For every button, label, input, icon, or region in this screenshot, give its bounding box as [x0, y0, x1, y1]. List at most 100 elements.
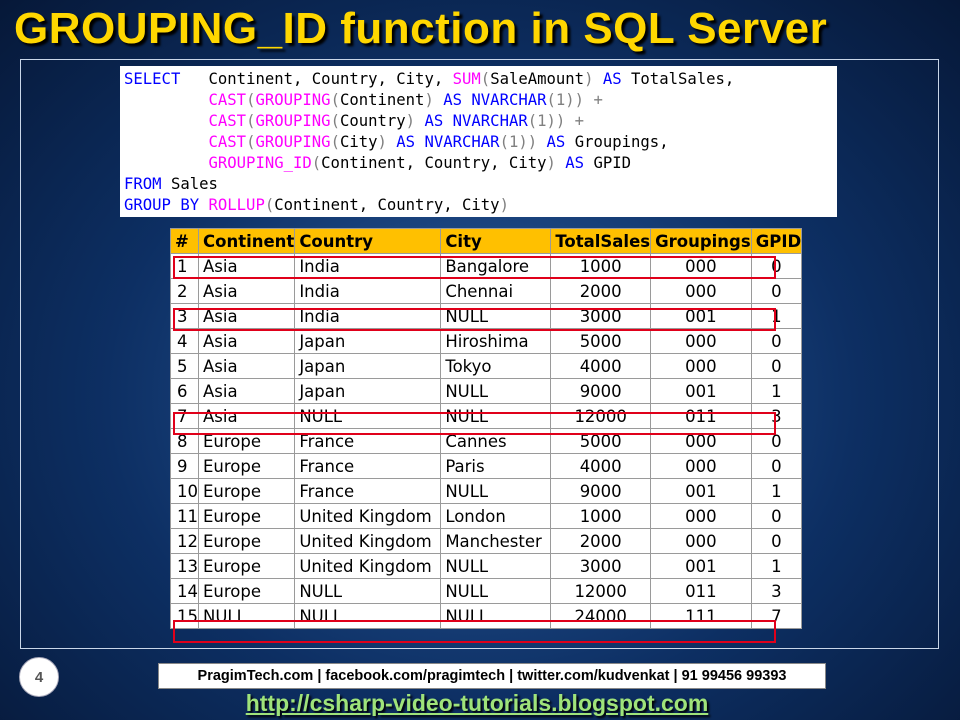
footer-url-link[interactable]: http://csharp-video-tutorials.blogspot.c…	[0, 690, 954, 717]
cell-city: Cannes	[440, 428, 552, 454]
kw-select: SELECT	[124, 70, 181, 88]
type-nvarchar: NVARCHAR	[452, 112, 528, 130]
table-row: 3 Asia India NULL 3000 001 1	[170, 303, 803, 329]
cell-index: 8	[170, 428, 199, 454]
cell-totalsales: 4000	[550, 453, 652, 479]
cell-city: Manchester	[440, 528, 552, 554]
cell-continent: Europe	[197, 428, 296, 454]
cell-country: United Kingdom	[294, 528, 442, 554]
cell-country: Japan	[294, 378, 442, 404]
footer-contact: PragimTech.com | facebook.com/pragimtech…	[158, 663, 826, 689]
alias: GPID	[593, 154, 632, 172]
paren: )	[424, 91, 434, 109]
kw-as: AS	[424, 112, 444, 130]
sum-arg: SaleAmount	[490, 70, 585, 88]
table-row: 5 Asia Japan Tokyo 4000 000 0	[170, 353, 803, 379]
cell-groupings: 000	[650, 453, 752, 479]
code-line-4: CAST(GROUPING(City) AS NVARCHAR(1)) AS G…	[124, 133, 669, 151]
cell-country: India	[294, 253, 442, 279]
table-row: 14 Europe NULL NULL 12000 011 3	[170, 578, 803, 604]
paren: )	[546, 154, 556, 172]
code-line-5: GROUPING_ID(Continent, Country, City) AS…	[124, 154, 632, 172]
rollup-args: Continent, Country, City	[274, 196, 500, 214]
table-row: 9 Europe France Paris 4000 000 0	[170, 453, 803, 479]
fn-cast: CAST	[208, 133, 247, 151]
col-header-continent: Continent	[197, 228, 296, 254]
cell-index: 15	[170, 603, 199, 629]
cell-index: 7	[170, 403, 199, 429]
cell-totalsales: 5000	[550, 328, 652, 354]
table-name: Sales	[170, 175, 218, 193]
cell-gpid: 0	[750, 503, 803, 529]
fn-sum: SUM	[452, 70, 481, 88]
fn-grouping: GROUPING	[255, 112, 331, 130]
cell-city: NULL	[440, 403, 552, 429]
cell-gpid: 0	[750, 453, 803, 479]
cell-index: 5	[170, 353, 199, 379]
cell-index: 9	[170, 453, 199, 479]
cell-country: France	[294, 478, 442, 504]
cell-groupings: 001	[650, 303, 752, 329]
cell-country: France	[294, 453, 442, 479]
col-header-index: #	[170, 228, 199, 254]
cell-gpid: 0	[750, 353, 803, 379]
cell-country: India	[294, 303, 442, 329]
cell-continent: Asia	[197, 403, 296, 429]
cell-groupings: 000	[650, 328, 752, 354]
table-row: 4 Asia Japan Hiroshima 5000 000 0	[170, 328, 803, 354]
cell-country: United Kingdom	[294, 503, 442, 529]
cell-city: Bangalore	[440, 253, 552, 279]
table-header-row: # Continent Country City TotalSales Grou…	[170, 228, 803, 254]
cell-groupings: 000	[650, 503, 752, 529]
cell-country: NULL	[294, 403, 442, 429]
cell-country: Japan	[294, 353, 442, 379]
cell-totalsales: 4000	[550, 353, 652, 379]
paren: )	[377, 133, 387, 151]
grouping-id-args: Continent, Country, City	[321, 154, 547, 172]
col-header-country: Country	[294, 228, 442, 254]
cell-index: 13	[170, 553, 199, 579]
grouping-arg: City	[339, 133, 378, 151]
cell-country: Japan	[294, 328, 442, 354]
cell-continent: Europe	[197, 453, 296, 479]
col-header-groupings: Groupings	[650, 228, 752, 254]
cell-index: 6	[170, 378, 199, 404]
cell-totalsales: 2000	[550, 528, 652, 554]
sql-code-block: SELECT Continent, Country, City, SUM(Sal…	[120, 66, 837, 217]
cell-groupings: 011	[650, 403, 752, 429]
table-row: 11 Europe United Kingdom London 1000 000 0	[170, 503, 803, 529]
type-nvarchar: NVARCHAR	[471, 91, 547, 109]
cell-groupings: 001	[650, 478, 752, 504]
cell-groupings: 000	[650, 428, 752, 454]
type-nvarchar: NVARCHAR	[424, 133, 500, 151]
paren: (	[330, 133, 340, 151]
cell-totalsales: 2000	[550, 278, 652, 304]
cell-groupings: 001	[650, 378, 752, 404]
table-row: 12 Europe United Kingdom Manchester 2000 000 0	[170, 528, 803, 554]
cell-groupings: 000	[650, 528, 752, 554]
cast-tail: (1))	[499, 133, 538, 151]
cell-gpid: 1	[750, 378, 803, 404]
cell-gpid: 1	[750, 478, 803, 504]
cell-index: 12	[170, 528, 199, 554]
cell-totalsales: 12000	[550, 578, 652, 604]
cell-continent: Asia	[197, 278, 296, 304]
cell-city: NULL	[440, 553, 552, 579]
paren: (	[330, 112, 340, 130]
grouping-arg: Continent	[339, 91, 425, 109]
cell-continent: Europe	[197, 503, 296, 529]
cell-country: NULL	[294, 578, 442, 604]
table-row: 7 Asia NULL NULL 12000 011 3	[170, 403, 803, 429]
cell-index: 14	[170, 578, 199, 604]
cell-continent: Asia	[197, 353, 296, 379]
cell-continent: Asia	[197, 328, 296, 354]
cell-city: Paris	[440, 453, 552, 479]
cell-gpid: 0	[750, 328, 803, 354]
cell-continent: Asia	[197, 378, 296, 404]
fn-rollup: ROLLUP	[208, 196, 265, 214]
col-header-city: City	[440, 228, 552, 254]
results-table: # Continent Country City TotalSales Grou…	[170, 228, 803, 629]
cell-index: 3	[170, 303, 199, 329]
code-line-1: SELECT Continent, Country, City, SUM(Sal…	[124, 70, 734, 88]
fn-grouping: GROUPING	[255, 91, 331, 109]
